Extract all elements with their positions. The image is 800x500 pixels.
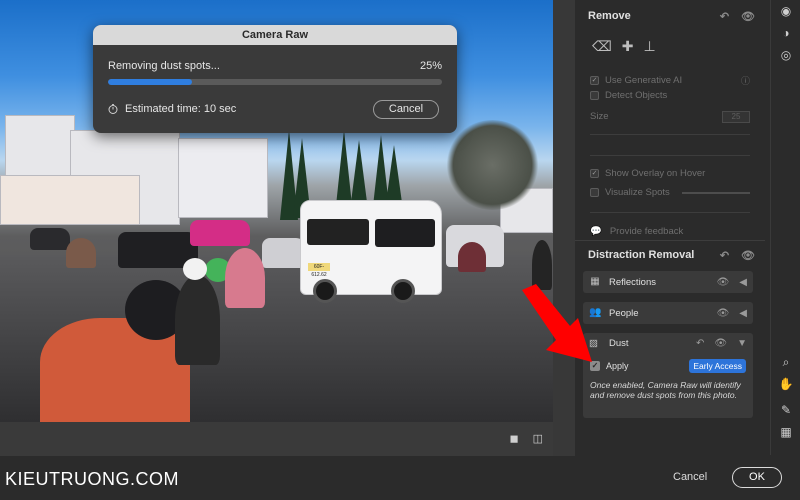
wheel	[391, 279, 415, 303]
helmet-white	[183, 258, 207, 280]
detect-objects-label: Detect Objects	[605, 90, 668, 101]
distraction-removal-section: Distraction Removal ↶ 👁	[575, 240, 765, 269]
use-generative-ai-checkbox[interactable]: ✓	[590, 76, 599, 85]
use-generative-ai-label: Use Generative AI	[605, 75, 683, 86]
show-overlay-label: Show Overlay on Hover	[605, 168, 706, 179]
red-eye-icon[interactable]: ◎	[771, 44, 800, 66]
distraction-removal-header[interactable]: Distraction Removal ↶ 👁	[575, 241, 765, 269]
view-toolbar: ◼ ◫	[0, 422, 553, 456]
hand-icon[interactable]: ✋	[771, 373, 800, 395]
rider	[532, 240, 552, 290]
dialog-message: Removing dust spots...	[108, 60, 220, 72]
zoom-icon[interactable]: ⌕	[771, 351, 800, 373]
expand-left-icon[interactable]: ◀	[739, 308, 747, 319]
detect-objects-checkbox[interactable]	[590, 91, 599, 100]
distraction-removal-title: Distraction Removal	[588, 249, 695, 261]
size-label: Size	[590, 111, 609, 122]
rider	[66, 238, 96, 268]
people-label: People	[609, 307, 639, 319]
apply-row[interactable]: ✓ Apply Early Access	[583, 358, 753, 374]
reflections-label: Reflections	[609, 276, 656, 288]
dust-card: ▨ Dust ↶ 👁 ▼ ✓ Apply Early Access Once e…	[583, 333, 753, 418]
white-van: 60F-612.62	[300, 200, 442, 303]
remove-section-header[interactable]: Remove ↶ 👁	[575, 0, 765, 32]
compare-view-icon[interactable]: ◫	[533, 432, 543, 445]
remove-title: Remove	[588, 10, 631, 22]
footer-bar: KIEUTRUONG.COM Cancel OK	[0, 456, 800, 500]
divider	[590, 134, 750, 135]
visibility-icon[interactable]: 👁	[717, 308, 730, 319]
progress-bar	[108, 79, 442, 85]
right-toolbar: ◉ ◑ ◎ ⌕ ✋ ✎ ▦	[770, 0, 800, 455]
people-card[interactable]: 👥 People 👁 ◀	[583, 302, 753, 324]
early-access-badge: Early Access	[689, 359, 746, 373]
remove-tools: ⌫ ✚ ⊥	[575, 32, 765, 61]
bare-tree	[445, 120, 540, 210]
eyedropper-icon[interactable]: ✎	[771, 399, 800, 421]
detect-objects-row[interactable]: Detect Objects	[575, 88, 765, 103]
feedback-icon: 💬	[590, 225, 602, 237]
info-icon[interactable]: ⓘ	[741, 74, 750, 87]
ok-button[interactable]: OK	[732, 467, 782, 488]
edit-panel: Remove ↶ 👁 ⌫ ✚ ⊥ ✓ Use Generative AI ⓘ De…	[575, 0, 765, 422]
estimated-time-label: Estimated time: 10 sec	[125, 103, 237, 115]
before-after-icon[interactable]: ◼	[509, 432, 518, 445]
stopwatch-icon	[108, 104, 118, 114]
red-arrow-annotation	[522, 284, 592, 362]
estimated-time: Estimated time: 10 sec	[108, 103, 236, 115]
rider-pink	[225, 248, 265, 308]
progress-dialog: Camera Raw Removing dust spots... 25% Es…	[93, 25, 457, 133]
use-generative-ai-row[interactable]: ✓ Use Generative AI ⓘ	[575, 73, 765, 88]
visibility-icon[interactable]: 👁	[741, 10, 755, 23]
reset-icon[interactable]: ↶	[720, 249, 729, 262]
dust-description: Once enabled, Camera Raw will identify a…	[590, 380, 741, 400]
dialog-title: Camera Raw	[93, 25, 457, 45]
divider	[590, 155, 750, 156]
footer-cancel-button[interactable]: Cancel	[673, 471, 707, 483]
watermark-brand: KIEUTRUONG.COM	[5, 469, 180, 489]
van-plate: 60F-612.62	[308, 263, 330, 278]
stamp-icon[interactable]: ⊥	[644, 38, 656, 55]
collapse-down-icon[interactable]: ▼	[737, 338, 747, 349]
visualize-spots-slider[interactable]	[681, 191, 750, 194]
size-value[interactable]: 25	[722, 110, 750, 123]
bandage-icon[interactable]: ✚	[622, 38, 634, 55]
reset-icon[interactable]: ↶	[720, 10, 729, 23]
progress-fill	[108, 79, 192, 85]
visualize-spots-checkbox[interactable]	[590, 188, 599, 197]
apply-label: Apply	[606, 361, 629, 371]
grid-icon[interactable]: ▦	[771, 421, 800, 443]
reflections-card[interactable]: ▦ Reflections 👁 ◀	[583, 271, 753, 293]
dust-header[interactable]: ▨ Dust ↶ 👁 ▼	[583, 333, 753, 354]
progress-percent: 25%	[419, 60, 442, 72]
show-overlay-checkbox[interactable]: ✓	[590, 169, 599, 178]
divider	[590, 212, 750, 213]
building	[178, 138, 268, 218]
dialog-cancel-button[interactable]: Cancel	[373, 100, 439, 119]
rider	[175, 275, 220, 365]
eraser-icon[interactable]: ⌫	[592, 38, 612, 55]
visibility-icon[interactable]: 👁	[741, 249, 755, 262]
wheel	[313, 279, 337, 303]
pink-bus	[190, 220, 250, 246]
size-row[interactable]: Size 25	[575, 109, 765, 124]
visibility-icon[interactable]: 👁	[717, 277, 730, 288]
visibility-icon[interactable]: 👁	[714, 338, 727, 349]
car	[30, 228, 70, 250]
mask-icon[interactable]: ◑	[771, 22, 800, 44]
show-overlay-row[interactable]: ✓ Show Overlay on Hover	[575, 166, 765, 181]
visualize-spots-label: Visualize Spots	[605, 187, 670, 198]
camera-raw-window: 60F-612.62 Camera Raw Removing dust spot…	[0, 0, 800, 500]
dust-label: Dust	[609, 338, 629, 349]
panel-divider	[553, 0, 575, 456]
visualize-spots-row[interactable]: Visualize Spots	[575, 185, 765, 200]
rider	[458, 242, 486, 272]
expand-left-icon[interactable]: ◀	[739, 277, 747, 288]
eye-toggle-icon[interactable]: ◉	[771, 0, 800, 22]
reset-icon[interactable]: ↶	[696, 338, 704, 349]
building	[0, 175, 140, 225]
provide-feedback-label: Provide feedback	[609, 225, 684, 237]
